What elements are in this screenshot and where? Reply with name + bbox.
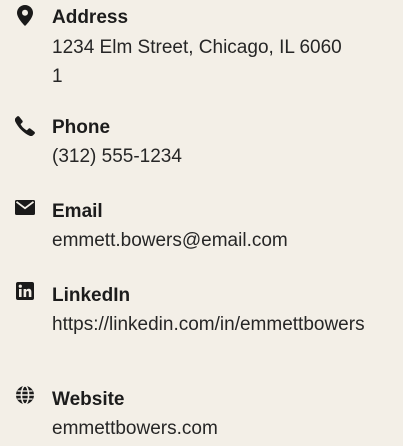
linkedin-value[interactable]: https://linkedin.com/in/emmettbowers <box>52 310 402 339</box>
phone-value[interactable]: (312) 555-1234 <box>52 142 402 171</box>
linkedin-label: LinkedIn <box>52 285 131 306</box>
linkedin-icon <box>14 280 36 302</box>
email-value[interactable]: emmett.bowers@email.com <box>52 226 402 255</box>
website-value[interactable]: emmettbowers.com <box>52 414 402 443</box>
envelope-icon <box>14 196 36 218</box>
globe-icon <box>14 384 36 406</box>
website-label: Website <box>52 389 125 410</box>
map-marker-icon <box>14 4 36 26</box>
address-value: 1234 Elm Street, Chicago, IL 60601 <box>52 37 342 87</box>
email-label: Email <box>52 201 103 222</box>
phone-icon <box>14 115 36 137</box>
address-label: Address <box>52 7 129 28</box>
phone-label: Phone <box>52 117 111 138</box>
